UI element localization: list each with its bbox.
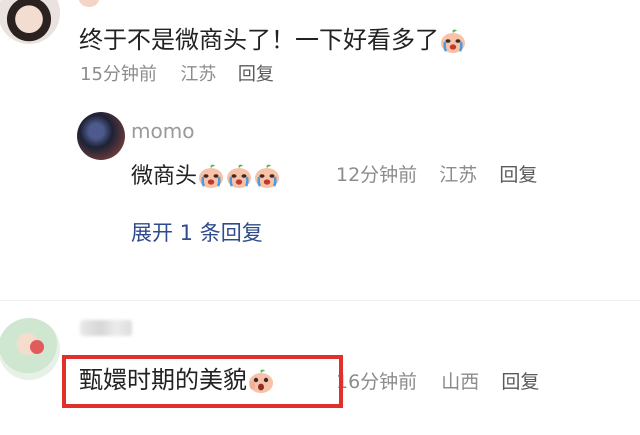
comment-2-meta: 16分钟前 山西 回复 bbox=[336, 373, 539, 392]
comment-divider bbox=[0, 300, 640, 301]
blurred-username bbox=[80, 320, 132, 336]
comment-1-body: 终于不是微商头了！一下好看多了 bbox=[79, 26, 467, 54]
comment-section: 终于不是微商头了！一下好看多了 15分钟前 江苏 回复 momo 微商头 12分… bbox=[0, 0, 640, 435]
reply-1-username[interactable]: momo bbox=[131, 121, 194, 141]
highlight-box bbox=[62, 355, 343, 408]
reply-1-meta: 12分钟前 江苏 回复 bbox=[336, 166, 537, 185]
comment-1-meta: 15分钟前 江苏 回复 bbox=[80, 66, 274, 84]
comment-1-location: 江苏 bbox=[180, 64, 217, 85]
comment-1-reply-button[interactable]: 回复 bbox=[238, 64, 274, 85]
partial-emoji-icon bbox=[79, 0, 99, 7]
reply-1-reply-button[interactable]: 回复 bbox=[499, 164, 537, 186]
comment-1-time: 15分钟前 bbox=[80, 64, 157, 85]
crying-peach-emoji-icon bbox=[225, 163, 253, 188]
comment-2-time: 16分钟前 bbox=[336, 371, 418, 393]
comment-2-location: 山西 bbox=[441, 371, 480, 393]
comment-1-text: 终于不是微商头了！一下好看多了 bbox=[79, 26, 439, 54]
flower-decoration bbox=[30, 340, 44, 354]
avatar[interactable] bbox=[0, 0, 60, 44]
reply-1-location: 江苏 bbox=[439, 164, 478, 186]
reply-1-text: 微商头 bbox=[131, 164, 198, 189]
expand-replies-link[interactable]: 展开 1 条回复 bbox=[131, 223, 263, 244]
crying-peach-emoji-icon bbox=[439, 28, 467, 53]
comment-2-reply-button[interactable]: 回复 bbox=[501, 371, 539, 393]
avatar[interactable] bbox=[0, 318, 60, 380]
reply-1-body: 微商头 bbox=[131, 163, 281, 188]
avatar[interactable] bbox=[77, 112, 125, 160]
crying-peach-emoji-icon bbox=[197, 163, 225, 188]
reply-1-time: 12分钟前 bbox=[336, 164, 418, 186]
crying-peach-emoji-icon bbox=[253, 163, 281, 188]
